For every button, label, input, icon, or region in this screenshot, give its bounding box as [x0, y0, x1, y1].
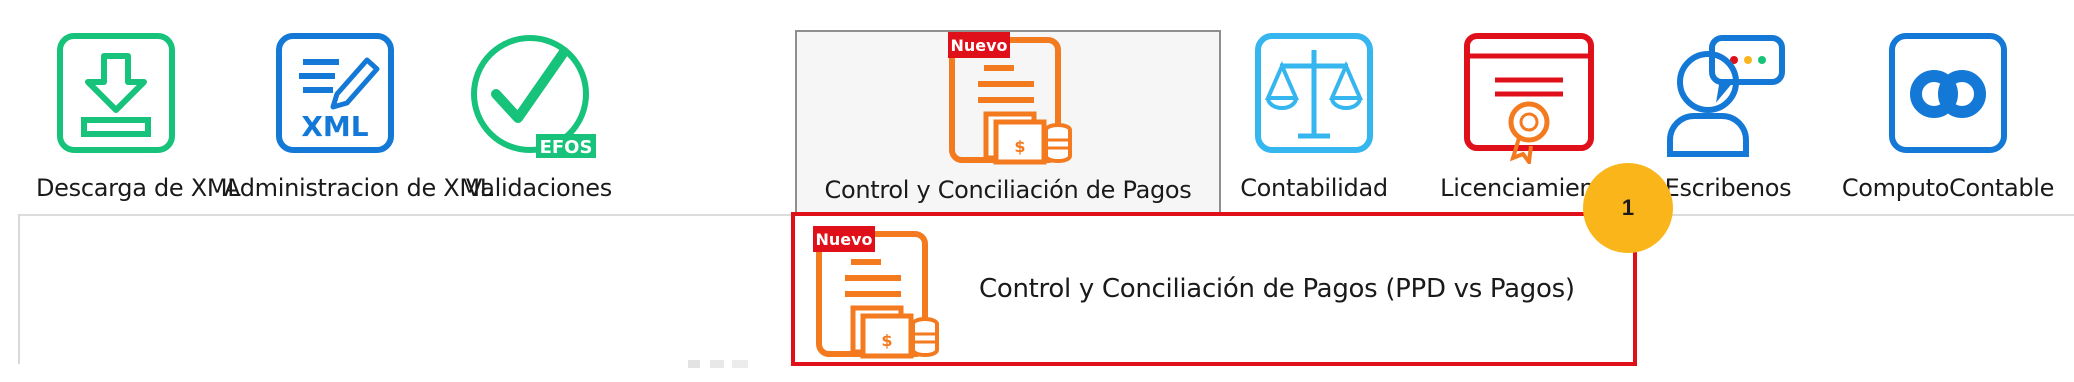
- xml-edit-icon: XML: [276, 33, 394, 153]
- payments-document-icon: $ Nuevo: [813, 226, 939, 359]
- submenu-item-ppd-vs-pagos[interactable]: $ Nuevo Control y Conciliación de Pagos …: [795, 216, 1633, 362]
- submenu-control-conciliacion: $ Nuevo Control y Conciliación de Pagos …: [791, 212, 1637, 366]
- balance-scale-icon: [1255, 33, 1373, 153]
- ribbon-button-validaciones[interactable]: EFOS Validaciones: [466, 28, 612, 214]
- ribbon-label: Contabilidad: [1240, 174, 1388, 202]
- ribbon-toolbar: Descarga de XML XML Administracion de XM…: [0, 0, 2074, 216]
- ribbon-label: Validaciones: [466, 174, 612, 202]
- svg-text:$: $: [881, 331, 892, 350]
- ribbon-label: Control y Conciliación de Pagos: [824, 176, 1192, 204]
- certificate-icon: [1464, 33, 1594, 164]
- ribbon-label: Descarga de XML: [36, 174, 241, 202]
- chat-person-icon: [1667, 35, 1785, 157]
- ribbon-label: Administracion de XML: [224, 174, 493, 202]
- ribbon-button-computocontable[interactable]: ComputoContable: [1830, 28, 2066, 214]
- ribbon-label: ComputoContable: [1841, 174, 2055, 202]
- check-efos-icon: EFOS: [471, 35, 596, 158]
- faded-text-fragment: [688, 360, 748, 368]
- ribbon-label: Escribenos: [1664, 174, 1792, 202]
- nuevo-badge: Nuevo: [950, 36, 1007, 55]
- efos-icon-text: EFOS: [540, 137, 593, 158]
- content-gutter: [0, 214, 20, 364]
- download-icon: [57, 33, 175, 153]
- svg-text:$: $: [1014, 137, 1025, 156]
- ribbon-button-descarga-xml[interactable]: Descarga de XML: [36, 28, 241, 214]
- step-annotation-badge: 1: [1583, 163, 1673, 253]
- ribbon-button-administracion-xml[interactable]: XML Administracion de XML: [224, 28, 493, 214]
- ribbon-button-contabilidad[interactable]: Contabilidad: [1236, 28, 1392, 214]
- ribbon-button-control-conciliacion[interactable]: $ Nuevo Control y Conciliación de Pagos: [795, 30, 1221, 216]
- computocontable-logo-icon: [1889, 33, 2007, 153]
- nuevo-badge: Nuevo: [815, 230, 872, 249]
- submenu-item-label: Control y Conciliación de Pagos (PPD vs …: [979, 274, 1575, 304]
- xml-icon-text: XML: [301, 110, 368, 143]
- ribbon-button-escribenos[interactable]: Escribenos: [1660, 28, 1796, 214]
- payments-document-icon: $ Nuevo: [948, 32, 1072, 165]
